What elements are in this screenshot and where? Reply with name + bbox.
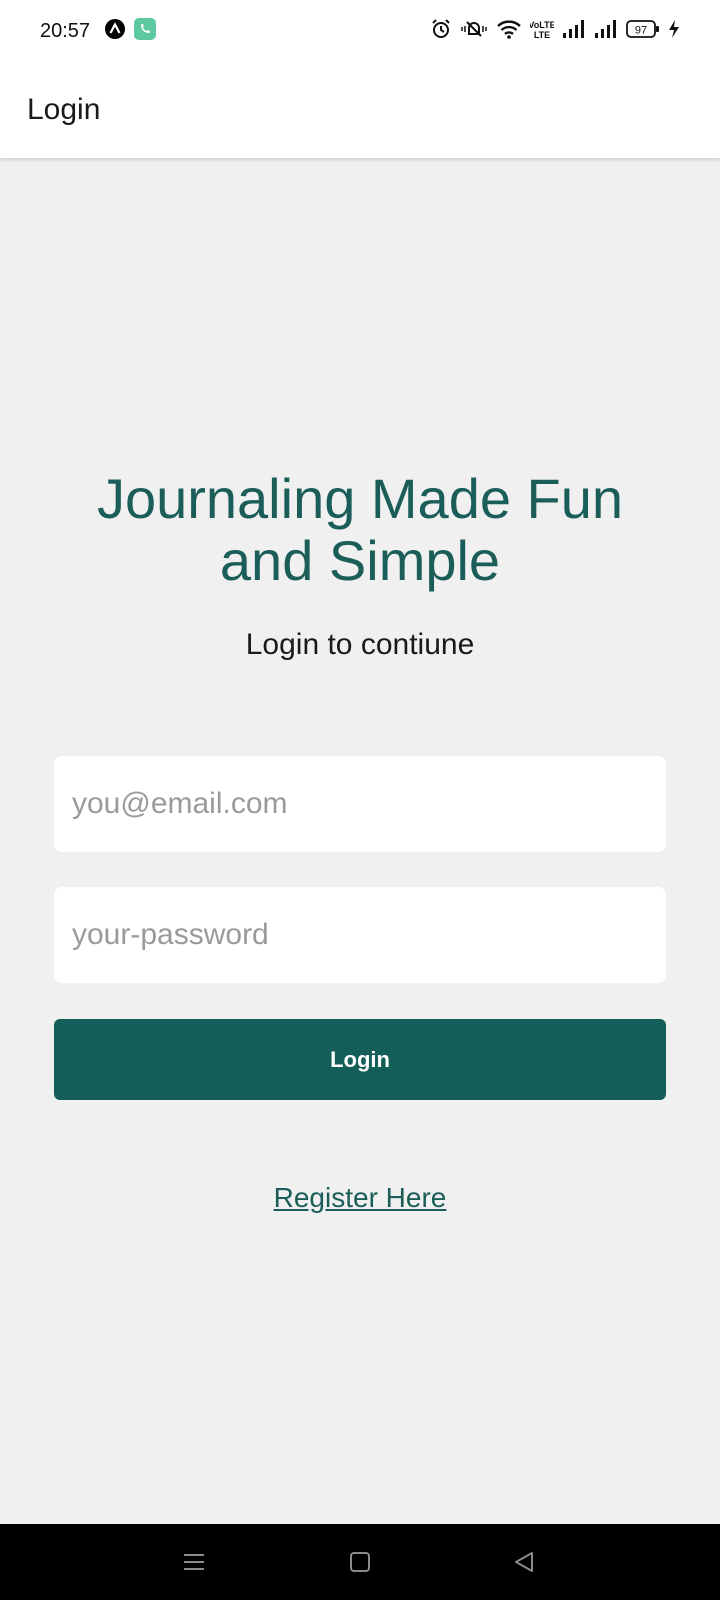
- wifi-icon: [496, 18, 522, 45]
- navigation-bar: [0, 1524, 720, 1600]
- signal-icon: [562, 19, 586, 44]
- headline: Journaling Made Fun and Simple: [96, 467, 624, 592]
- email-field[interactable]: [54, 756, 666, 852]
- battery-level: 97: [635, 24, 647, 36]
- menu-icon[interactable]: [170, 1538, 218, 1586]
- charging-icon: [668, 19, 680, 44]
- volte-label: VoLTE: [530, 20, 554, 30]
- password-field[interactable]: [54, 887, 666, 983]
- app-bar: Login: [0, 62, 720, 158]
- volte-icon: VoLTE LTE: [528, 18, 555, 45]
- home-icon[interactable]: [336, 1538, 384, 1586]
- page-title: Login: [27, 93, 101, 126]
- subtitle: Login to contiune: [245, 628, 475, 661]
- phone-call-icon: [134, 17, 157, 45]
- notification-app-icon: [104, 18, 126, 45]
- register-link[interactable]: Register Here: [0, 1182, 720, 1214]
- battery-icon: 97: [626, 19, 660, 44]
- mute-icon: [460, 18, 488, 45]
- status-time: 20:57: [40, 19, 91, 42]
- back-icon[interactable]: [500, 1538, 548, 1586]
- login-button[interactable]: Login: [54, 1019, 666, 1100]
- alarm-icon: [430, 18, 452, 45]
- status-bar: 20:57 VoLTE LTE 97: [0, 0, 720, 62]
- svg-text:LTE: LTE: [534, 30, 550, 40]
- signal-icon: [594, 19, 618, 44]
